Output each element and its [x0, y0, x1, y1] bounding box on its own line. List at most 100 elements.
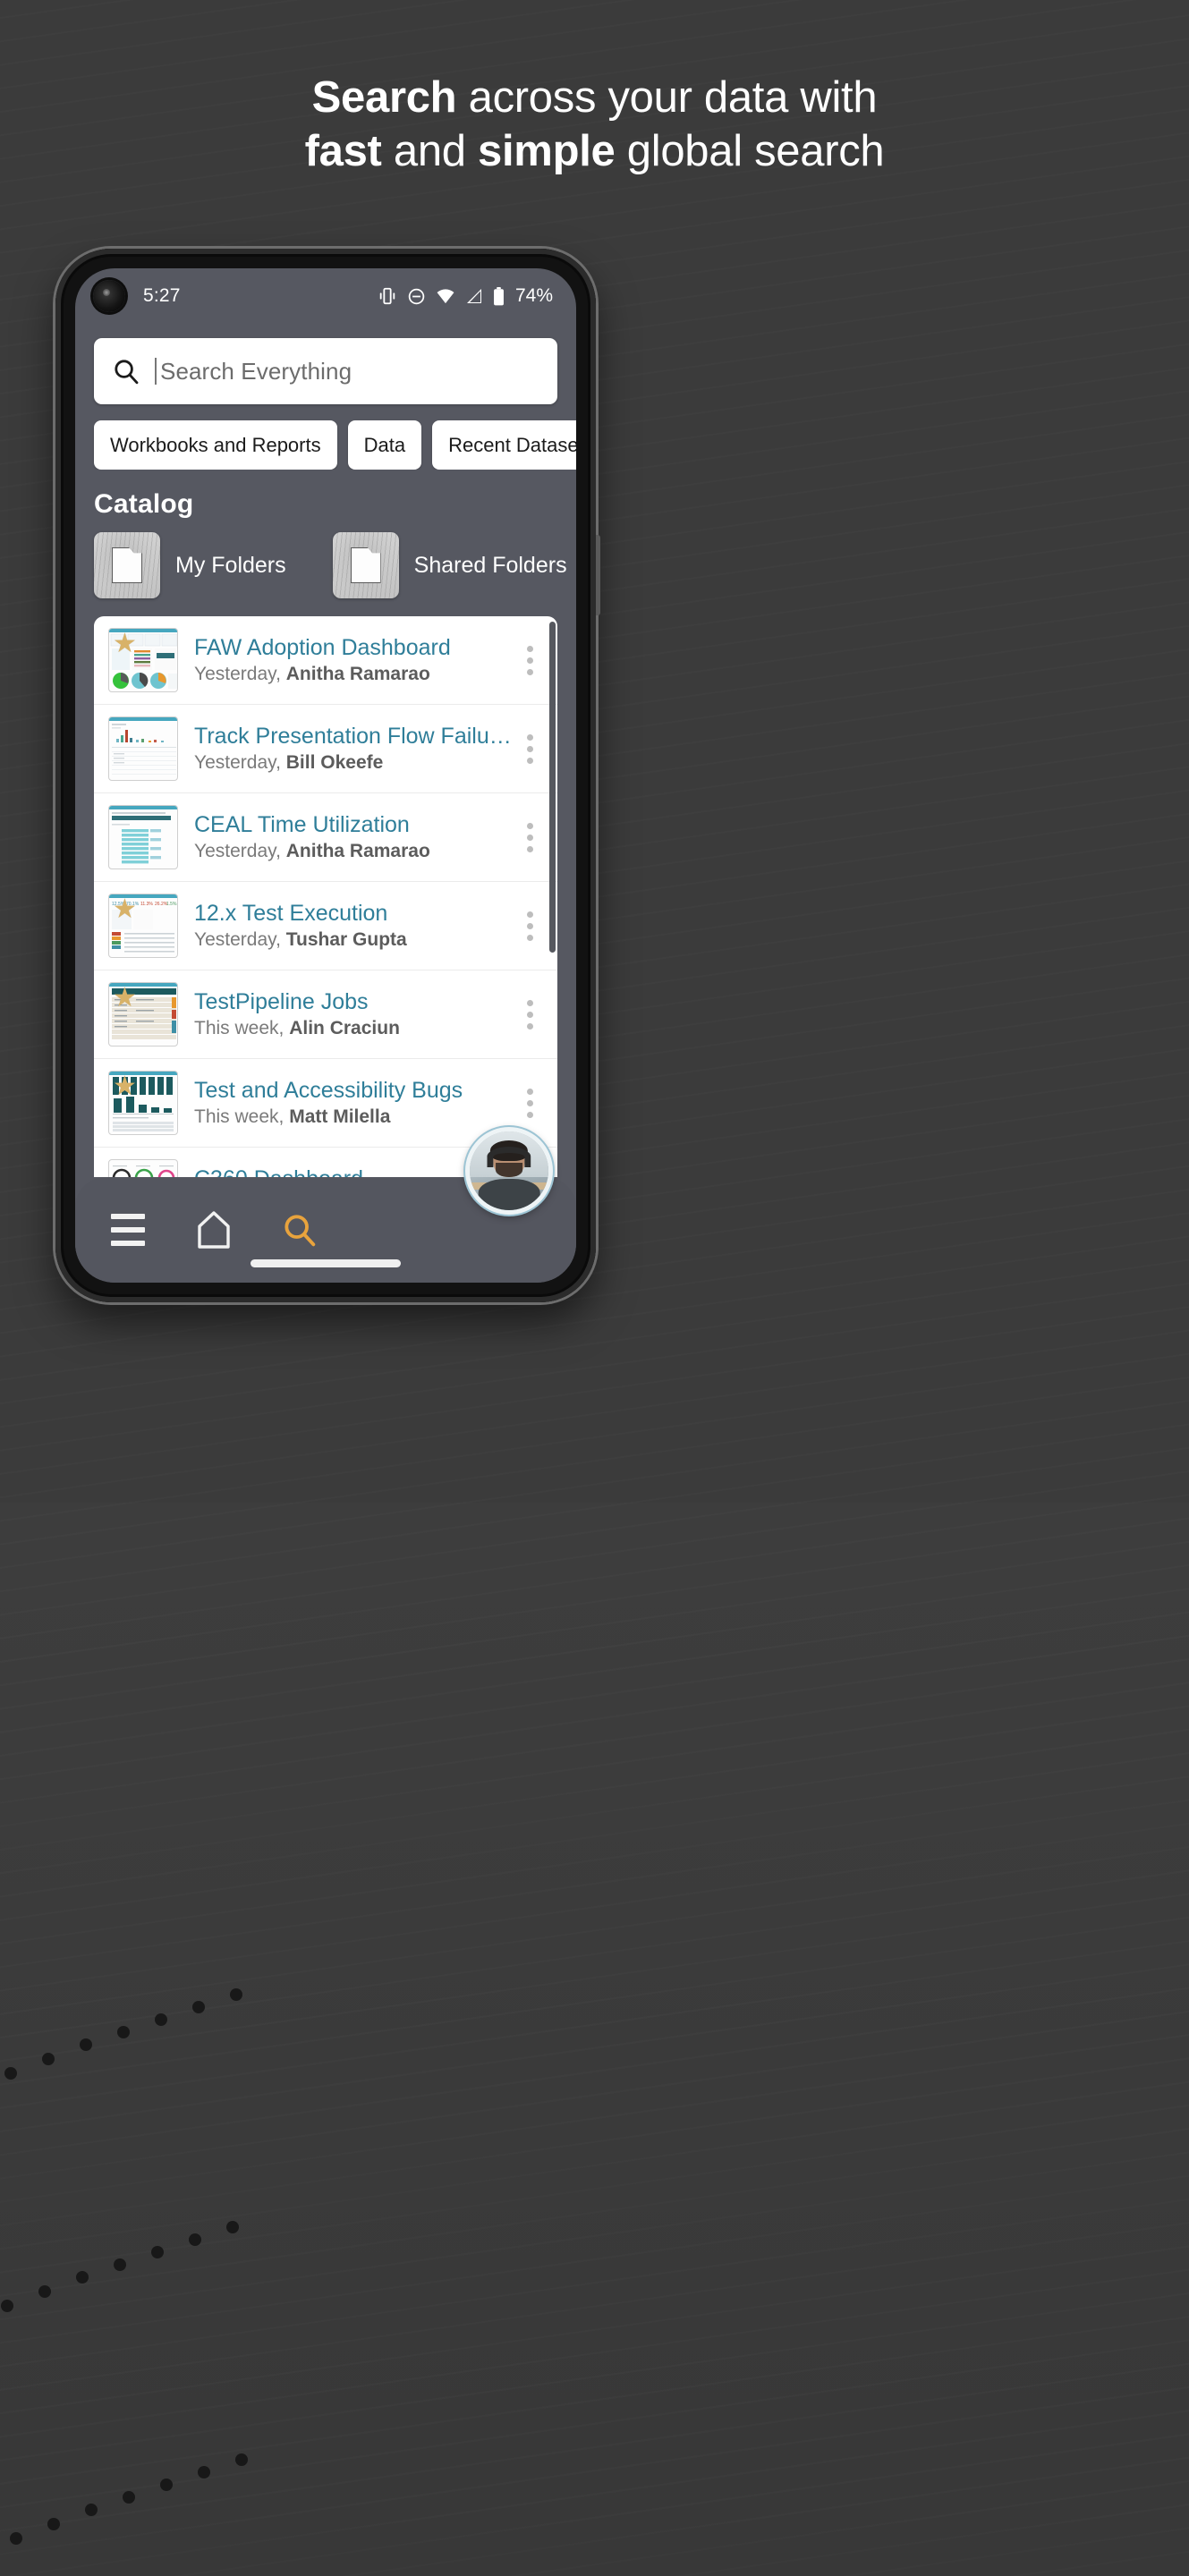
result-title[interactable]: TestPipeline Jobs: [194, 989, 514, 1016]
filter-chip-workbooks-and-reports[interactable]: Workbooks and Reports: [94, 420, 337, 470]
background-gradient: [0, 1503, 1189, 2576]
result-text: 12.x Test Execution Yesterday, Tushar Gu…: [194, 901, 514, 952]
vibrate-icon: [379, 287, 395, 305]
battery-icon: [494, 286, 504, 305]
result-title[interactable]: 12.x Test Execution: [194, 901, 514, 928]
list-item[interactable]: CEAL Time Utilization Yesterday, Anitha …: [94, 793, 557, 882]
nav-menu-button[interactable]: [104, 1206, 152, 1254]
list-item[interactable]: Track Presentation Flow Failure with Fla…: [94, 705, 557, 793]
headline-emphasis-fast: fast: [304, 126, 382, 175]
result-thumbnail: ★: [108, 982, 178, 1046]
headline-line-2: fast and simple global search: [36, 125, 1153, 179]
search-icon: [115, 360, 139, 385]
hamburger-menu-icon: [111, 1214, 145, 1246]
result-meta: Yesterday, Anitha Ramarao: [194, 664, 514, 685]
kebab-menu-icon[interactable]: [514, 1081, 545, 1124]
result-thumbnail: [108, 716, 178, 781]
result-title[interactable]: Test and Accessibility Bugs: [194, 1078, 514, 1105]
results-list-panel: ★ FAW Adoption Dashboard Yesterday, Anit…: [94, 616, 557, 1177]
result-meta-author: Tushar Gupta: [285, 929, 407, 951]
result-title[interactable]: Track Presentation Flow Failure with Fla…: [194, 724, 514, 750]
status-bar: 5:27 74%: [75, 268, 576, 324]
kebab-menu-icon[interactable]: [514, 816, 545, 859]
text-cursor: [155, 358, 157, 385]
folder-icon: [94, 532, 160, 598]
result-thumbnail: [108, 805, 178, 869]
kebab-menu-icon[interactable]: [514, 639, 545, 682]
catalog-folder-label: My Folders: [175, 552, 286, 578]
result-meta-time: Yesterday,: [194, 929, 281, 951]
do-not-disturb-icon: [408, 288, 425, 304]
catalog-folders: My Folders Shared Folders: [75, 520, 576, 616]
kebab-menu-icon[interactable]: [514, 727, 545, 770]
phone-mockup: 5:27 74% Search Everything Workbooks and…: [55, 249, 600, 1302]
result-meta-time: This week,: [194, 1106, 285, 1128]
result-meta: Yesterday, Bill Okeefe: [194, 752, 514, 774]
filter-chip-row[interactable]: Workbooks and Reports Data Recent Datase…: [75, 404, 576, 470]
headline-line-2-mid: and: [381, 126, 479, 175]
search-icon: [285, 1215, 316, 1247]
background-dot-lines: [1, 1988, 248, 2545]
status-bar-icons: 74%: [378, 285, 553, 307]
result-text: FAW Adoption Dashboard Yesterday, Anitha…: [194, 635, 514, 686]
headline-line-1: Search across your data with: [36, 72, 1153, 125]
result-meta-author: Anitha Ramarao: [285, 841, 430, 862]
home-icon: [198, 1211, 230, 1249]
kebab-menu-icon[interactable]: [514, 993, 545, 1036]
result-meta-time: Yesterday,: [194, 664, 281, 685]
filter-chip-recent-datasets[interactable]: Recent Datasets: [432, 420, 576, 470]
home-indicator[interactable]: [251, 1259, 401, 1267]
list-item[interactable]: ★ FAW Adoption Dashboard Yesterday, Anit…: [94, 616, 557, 705]
results-list[interactable]: ★ FAW Adoption Dashboard Yesterday, Anit…: [94, 616, 557, 1177]
user-avatar[interactable]: [465, 1127, 553, 1215]
folder-icon: [332, 532, 399, 598]
nav-home-button[interactable]: [190, 1206, 238, 1254]
front-camera-icon: [93, 280, 125, 312]
headline-emphasis-simple: simple: [478, 126, 616, 175]
bottom-navigation-bar: [75, 1127, 576, 1283]
svg-text:11.3%: 11.3%: [140, 902, 153, 907]
cellular-signal-icon: [466, 289, 481, 303]
catalog-heading: Catalog: [94, 489, 194, 519]
result-meta-author: Anitha Ramarao: [285, 664, 430, 685]
search-input[interactable]: Search Everything: [160, 358, 352, 386]
headline-emphasis-search: Search: [311, 73, 457, 122]
phone-side-button[interactable]: [596, 535, 600, 615]
result-thumbnail: [108, 1159, 178, 1177]
result-meta: This week, Alin Craciun: [194, 1018, 514, 1039]
headline-line-2-rest: global search: [615, 126, 885, 175]
nav-search-button[interactable]: [276, 1206, 324, 1254]
result-title[interactable]: CEAL Time Utilization: [194, 812, 514, 839]
kebab-menu-icon[interactable]: [514, 904, 545, 947]
result-meta-author: Bill Okeefe: [285, 752, 384, 774]
list-item[interactable]: ★ TestPipeline Jobs This week, Alin Crac…: [94, 970, 557, 1059]
result-meta: Yesterday, Tushar Gupta: [194, 929, 514, 951]
filter-chip-data[interactable]: Data: [347, 420, 422, 470]
favorite-star-icon: ★: [113, 894, 137, 924]
result-meta-author: Matt Milella: [289, 1106, 391, 1128]
list-item[interactable]: 12.5% 70.1% 11.3% 26.2% 1.5% ★ 12.x Test…: [94, 882, 557, 970]
status-bar-clock: 5:27: [143, 285, 181, 306]
headline-line-1-rest: across your data with: [456, 73, 878, 122]
list-scrollbar[interactable]: [549, 622, 556, 953]
result-text: TestPipeline Jobs This week, Alin Craciu…: [194, 989, 514, 1040]
favorite-star-icon: ★: [113, 983, 137, 1013]
phone-screen: 5:27 74% Search Everything Workbooks and…: [75, 268, 576, 1283]
catalog-folder-label: Shared Folders: [413, 552, 567, 578]
favorite-star-icon: ★: [113, 629, 137, 658]
search-section: Search Everything: [75, 324, 576, 404]
search-bar[interactable]: Search Everything: [94, 338, 557, 404]
result-text: CEAL Time Utilization Yesterday, Anitha …: [194, 812, 514, 863]
result-meta-author: Alin Craciun: [289, 1018, 400, 1039]
result-text: Track Presentation Flow Failure with Fla…: [194, 724, 514, 775]
page-title: Search across your data with fast and si…: [0, 72, 1189, 179]
svg-text:1.5%: 1.5%: [166, 902, 177, 907]
result-text: Test and Accessibility Bugs This week, M…: [194, 1078, 514, 1129]
battery-percentage: 74%: [514, 285, 553, 306]
catalog-folder-my-folders[interactable]: My Folders: [94, 532, 286, 598]
result-meta-time: Yesterday,: [194, 752, 281, 774]
result-title[interactable]: FAW Adoption Dashboard: [194, 635, 514, 662]
result-meta-time: Yesterday,: [194, 841, 281, 862]
result-thumbnail: ★: [108, 1071, 178, 1135]
catalog-folder-shared-folders[interactable]: Shared Folders: [332, 532, 567, 598]
